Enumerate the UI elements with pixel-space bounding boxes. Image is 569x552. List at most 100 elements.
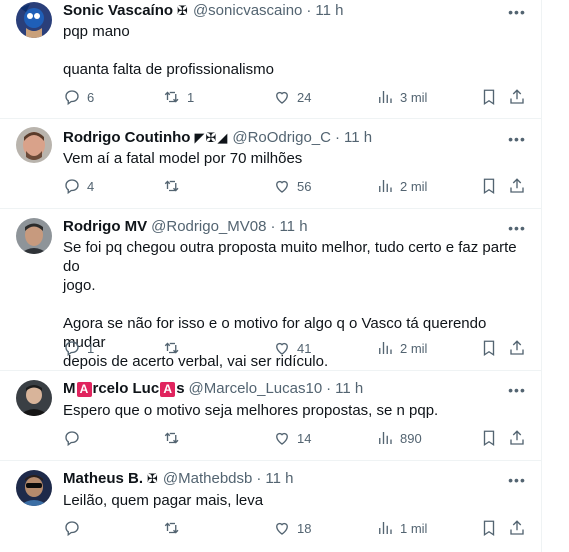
share-button[interactable] [508,338,526,358]
reply-button[interactable]: 6 [63,87,94,107]
timestamp[interactable]: 11 h [335,379,363,399]
view-count: 1 mil [400,520,428,536]
author-handle[interactable]: @Mathebdsb [163,469,252,489]
like-button[interactable]: 56 [273,176,311,196]
views-button[interactable]: 2 mil [376,176,427,196]
reply-icon [65,90,79,106]
bookmark-button[interactable] [480,518,498,538]
retweet-icon [164,522,179,534]
retweet-icon [164,180,179,192]
bookmark-icon [483,520,495,537]
action-bar: 6 1 24 3 mil [63,87,525,107]
reply-button[interactable]: 1 [63,338,94,358]
timestamp[interactable]: 11 h [279,217,307,237]
name-part: M [63,380,76,397]
tweet[interactable]: Sonic Vascaíno ✠ @sonicvascaino · 11 h •… [0,0,541,119]
author-handle[interactable]: @Rodrigo_MV08 [151,217,266,237]
more-icon[interactable]: ••• [507,383,527,403]
avatar[interactable] [16,2,52,38]
tweet[interactable]: Rodrigo MV @Rodrigo_MV08 · 11 h ••• Se f… [0,208,541,371]
tweet-line: jogo. [63,277,96,294]
view-count: 3 mil [400,89,428,105]
bookmark-button[interactable] [480,428,498,448]
author-name[interactable]: Sonic Vascaíno [63,1,173,21]
like-button[interactable]: 41 [273,338,311,358]
like-button[interactable]: 18 [273,518,311,538]
reply-button[interactable] [63,428,81,448]
views-icon [379,180,392,192]
heart-icon [276,522,288,535]
tweet[interactable]: M Arcelo Luc As @Marcelo_Lucas10 · 11 h ••… [0,370,541,461]
bookmark-button[interactable] [480,338,498,358]
timestamp[interactable]: 11 h [344,128,372,148]
author-handle[interactable]: @RoOdrigo_C [232,128,331,148]
reply-icon [65,431,79,447]
author-name[interactable]: Rodrigo MV [63,217,147,237]
bookmark-icon [483,340,495,357]
avatar[interactable] [16,127,52,163]
avatar[interactable] [16,470,52,506]
name-part: s [176,380,185,397]
timestamp[interactable]: 11 h [315,1,343,21]
reply-button[interactable]: 4 [63,176,94,196]
views-button[interactable]: 3 mil [376,87,427,107]
tweet-line: pqp mano [63,23,130,40]
tweet-line [63,41,523,60]
heart-icon [276,342,288,355]
author-name[interactable]: M Arcelo Luc As [63,379,185,399]
views-icon [379,342,392,354]
avatar[interactable] [16,380,52,416]
like-count: 24 [297,89,312,105]
scrollbar-track[interactable] [542,0,569,552]
share-button[interactable] [508,87,526,107]
bookmark-button[interactable] [480,176,498,196]
heart-icon [276,432,288,445]
separator-dot: · [334,129,340,146]
timestamp[interactable]: 11 h [265,469,293,489]
retweet-button[interactable] [163,176,187,196]
tweet-text: Vem aí a fatal model por 70 milhões [63,149,523,168]
like-count: 18 [297,520,312,536]
tweet-text: Leilão, quem pagar mais, leva [63,491,523,510]
bookmark-icon [483,430,495,447]
like-button[interactable]: 24 [273,87,311,107]
bookmark-button[interactable] [480,87,498,107]
share-button[interactable] [508,518,526,538]
reply-button[interactable] [63,518,81,538]
action-bar: 18 1 mil [63,518,525,538]
author-handle[interactable]: @Marcelo_Lucas10 [189,379,323,399]
views-button[interactable]: 1 mil [376,518,427,538]
like-button[interactable]: 14 [273,428,311,448]
views-button[interactable]: 890 [376,428,422,448]
tweet-feed: Sonic Vascaíno ✠ @sonicvascaino · 11 h •… [0,0,542,552]
tweet-line [63,295,523,314]
name-emoji: ◤✠◢ [194,130,229,145]
reply-icon [65,341,79,357]
share-button[interactable] [508,176,526,196]
tweet-text: Espero que o motivo seja melhores propos… [63,401,523,420]
bookmark-icon [483,178,495,195]
views-button[interactable]: 2 mil [376,338,427,358]
like-count: 41 [297,340,312,356]
retweet-button[interactable] [163,338,187,358]
retweet-button[interactable] [163,518,181,538]
retweet-icon [164,432,179,444]
author-name[interactable]: Matheus B. [63,469,143,489]
author-name[interactable]: Rodrigo Coutinho [63,128,190,148]
heart-icon [276,91,288,104]
more-icon[interactable]: ••• [507,473,527,493]
tweet[interactable]: Matheus B. ✠ @Mathebdsb · 11 h ••• Leilã… [0,460,541,552]
retweet-button[interactable] [163,428,181,448]
tweet-line: Se foi pq chegou outra proposta muito me… [63,239,517,275]
action-bar: 1 41 2 mil [63,338,525,358]
retweet-button[interactable]: 1 [163,87,194,107]
tweet[interactable]: Rodrigo Coutinho ◤✠◢ @RoOdrigo_C · 11 h … [0,118,541,209]
separator-dot: · [270,218,276,235]
reply-icon [65,521,79,537]
view-count: 2 mil [400,178,428,194]
action-bar: 14 890 [63,428,525,448]
like-count: 56 [297,178,312,194]
share-button[interactable] [508,428,526,448]
avatar[interactable] [16,218,52,254]
author-handle[interactable]: @sonicvascaino [193,1,302,21]
